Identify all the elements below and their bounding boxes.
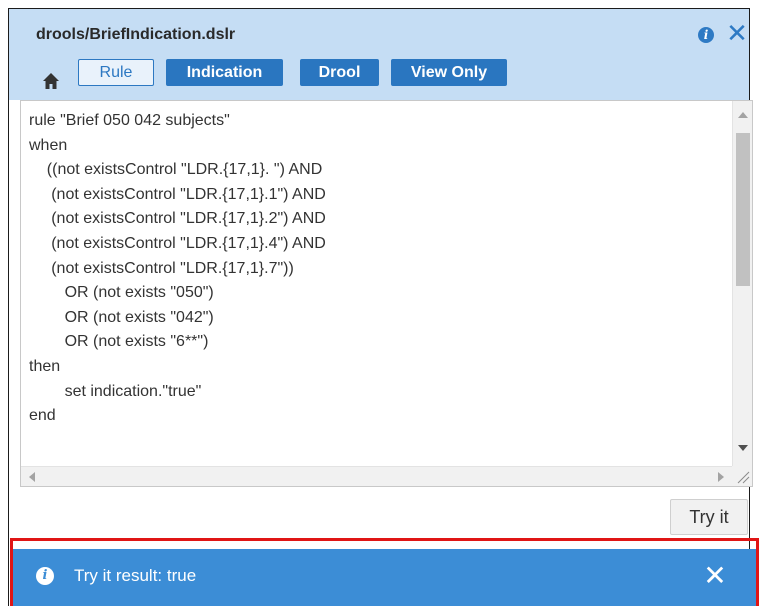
vertical-scrollbar[interactable] [732,101,752,466]
try-it-button[interactable]: Try it [670,499,748,535]
info-icon[interactable]: i [698,27,714,43]
close-icon[interactable]: ✕ [725,21,749,47]
dialog-title: drools/BriefIndication.dslr [36,26,236,43]
dialog-header: drools/BriefIndication.dslr i ✕ Rule Ind… [9,9,749,100]
rule-button[interactable]: Rule [78,59,154,86]
scrollbar-thumb[interactable] [736,133,750,286]
scroll-up-icon[interactable] [738,112,748,118]
view-only-button[interactable]: View Only [391,59,507,86]
scroll-down-icon[interactable] [738,445,748,451]
home-icon[interactable] [42,72,60,90]
drool-button[interactable]: Drool [300,59,379,86]
code-editor[interactable]: rule "Brief 050 042 subjects" when ((not… [20,100,753,487]
highlight-outline [10,538,759,606]
indication-button[interactable]: Indication [166,59,283,86]
scroll-left-icon[interactable] [29,472,35,482]
scroll-right-icon[interactable] [718,472,724,482]
rule-code[interactable]: rule "Brief 050 042 subjects" when ((not… [29,109,326,429]
resize-grip-icon[interactable] [732,466,752,486]
horizontal-scrollbar[interactable] [21,466,732,486]
